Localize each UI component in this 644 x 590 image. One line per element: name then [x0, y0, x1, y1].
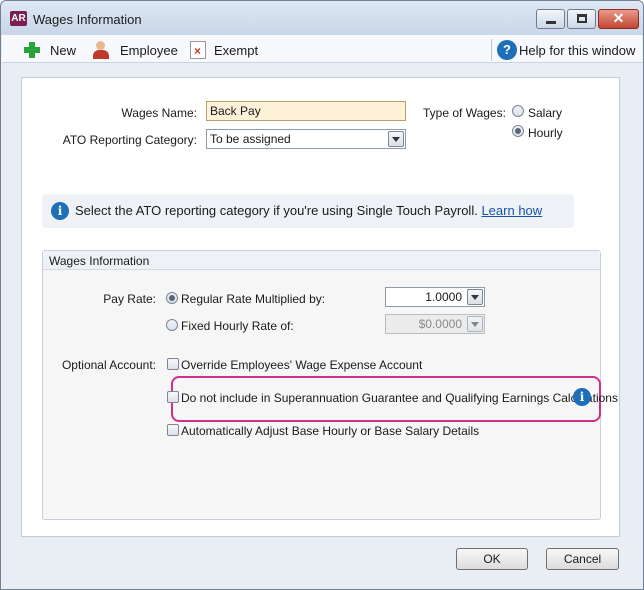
toolbar: New Employee Exempt ? Help for this wind… — [2, 35, 642, 63]
fixed-rate-radio[interactable] — [166, 319, 178, 331]
info-icon: i — [51, 202, 69, 220]
info-message: Select the ATO reporting category if you… — [75, 203, 478, 218]
chevron-down-icon — [388, 131, 404, 147]
override-expense-label: Override Employees' Wage Expense Account — [181, 358, 423, 372]
super-info-icon[interactable]: i — [573, 388, 591, 406]
chevron-down-icon — [467, 316, 483, 332]
help-button[interactable]: ? Help for this window — [497, 40, 635, 60]
help-icon: ? — [497, 40, 517, 60]
exclude-super-label: Do not include in Superannuation Guarant… — [181, 391, 618, 405]
employee-button[interactable]: Employee — [92, 40, 178, 60]
close-icon: ✕ — [612, 10, 625, 26]
optional-account-label: Optional Account: — [61, 358, 156, 372]
fixed-rate-label: Fixed Hourly Rate of: — [181, 319, 294, 333]
help-label: Help for this window — [519, 42, 636, 58]
regular-rate-label: Regular Rate Multiplied by: — [181, 292, 326, 306]
auto-adjust-checkbox[interactable] — [167, 424, 179, 436]
exempt-label: Exempt — [214, 42, 259, 58]
toolbar-divider — [491, 39, 492, 61]
minimize-button[interactable] — [536, 9, 565, 29]
salary-label: Salary — [528, 106, 563, 120]
auto-adjust-label: Automatically Adjust Base Hourly or Base… — [181, 424, 480, 438]
wages-information-group: Wages Information Pay Rate: Regular Rate… — [42, 250, 618, 520]
main-panel: Wages Name: Back Pay ATO Reporting Categ… — [21, 77, 620, 537]
exclude-super-checkbox[interactable] — [167, 391, 179, 403]
window-title: Wages Information — [33, 12, 142, 27]
wages-information-window: AR Wages Information ✕ New Employee Exem… — [0, 0, 644, 590]
ato-category-value: To be assigned — [210, 132, 291, 146]
ok-button[interactable]: OK — [456, 548, 528, 570]
fixed-rate-input: $0.0000 — [385, 314, 485, 334]
learn-how-link[interactable]: Learn how — [481, 203, 542, 218]
close-button[interactable]: ✕ — [598, 9, 639, 29]
chevron-down-icon — [467, 289, 483, 305]
maximize-button[interactable] — [567, 9, 596, 29]
ato-info-banner: i Select the ATO reporting category if y… — [42, 194, 574, 228]
fixed-rate-value: $0.0000 — [418, 317, 462, 331]
wages-name-input[interactable]: Back Pay — [206, 101, 406, 121]
minimize-icon — [546, 21, 556, 24]
wages-name-label: Wages Name: — [121, 106, 197, 120]
salary-radio[interactable] — [512, 105, 524, 117]
regular-rate-radio[interactable] — [166, 292, 178, 304]
regular-rate-value: 1.0000 — [425, 290, 462, 304]
hourly-label: Hourly — [528, 126, 563, 140]
regular-rate-multiplier[interactable]: 1.0000 — [385, 287, 485, 307]
ato-category-label: ATO Reporting Category: — [62, 133, 197, 147]
pay-rate-label: Pay Rate: — [103, 292, 156, 306]
title-bar: AR Wages Information ✕ — [1, 1, 643, 35]
exempt-button[interactable]: Exempt — [190, 40, 258, 60]
group-title: Wages Information — [43, 251, 600, 270]
new-button[interactable]: New — [22, 40, 76, 60]
type-of-wages-label: Type of Wages: — [423, 106, 506, 120]
hourly-radio[interactable] — [512, 125, 524, 137]
info-banner-text: Select the ATO reporting category if you… — [75, 203, 542, 218]
employee-icon — [92, 41, 112, 59]
new-label: New — [50, 42, 77, 58]
cancel-button[interactable]: Cancel — [546, 548, 619, 570]
plus-icon — [22, 41, 42, 59]
ato-category-select[interactable]: To be assigned — [206, 129, 406, 149]
maximize-icon — [577, 14, 587, 23]
employee-label: Employee — [120, 42, 178, 58]
app-logo-icon: AR — [10, 11, 27, 26]
override-expense-checkbox[interactable] — [167, 358, 179, 370]
exempt-icon — [190, 41, 206, 59]
